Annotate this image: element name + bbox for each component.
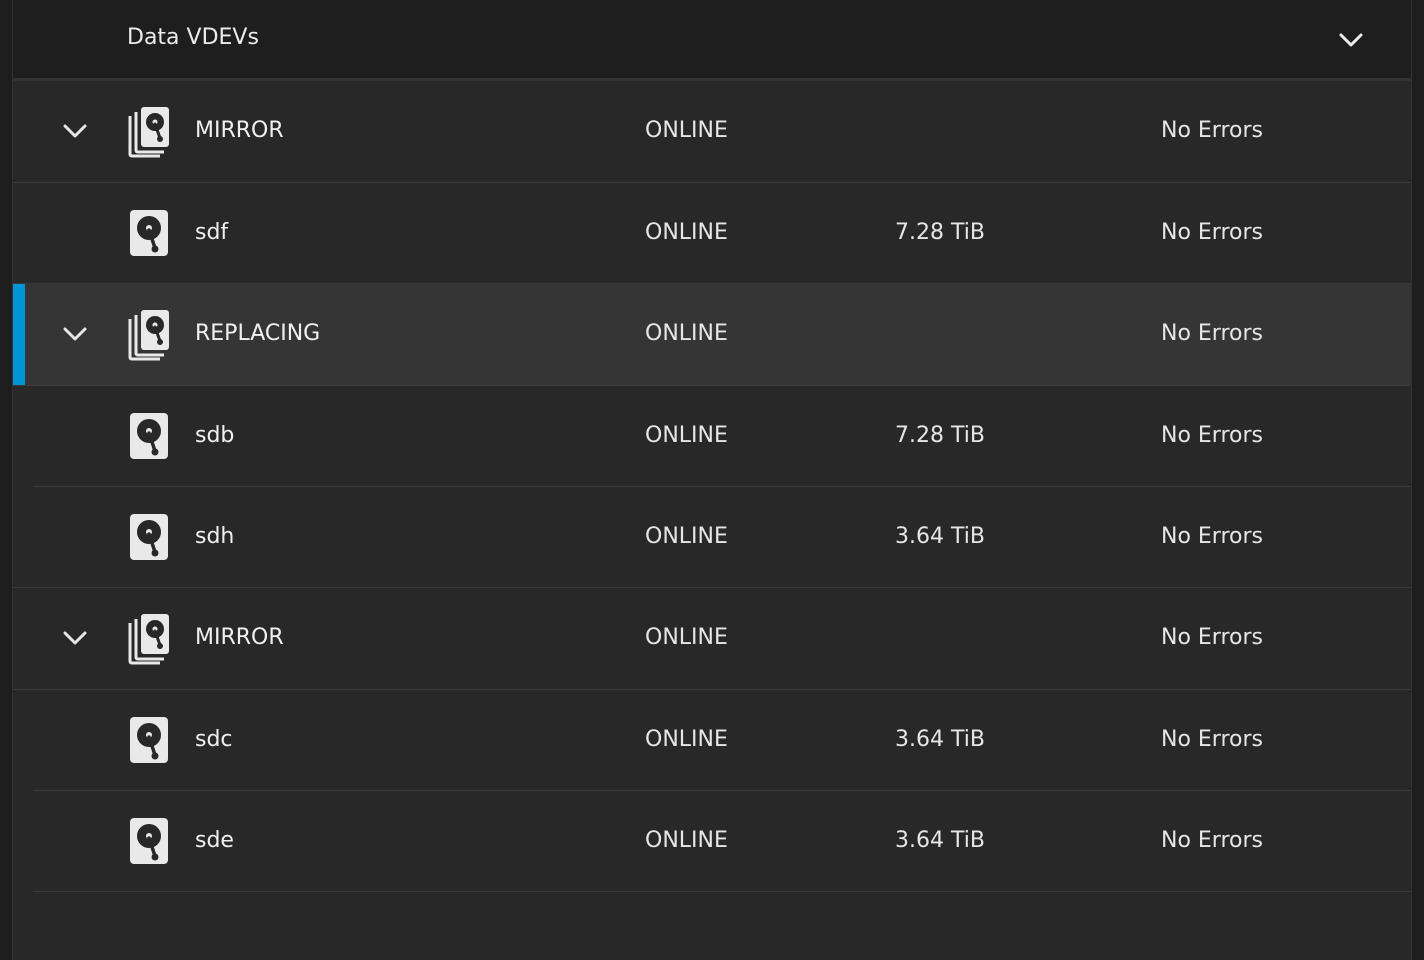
device-status: ONLINE [645,524,728,549]
chevron-down-icon[interactable] [1335,24,1367,56]
disk-row[interactable]: sde ONLINE 3.64 TiB No Errors [13,791,1411,892]
disk-row[interactable]: sdf ONLINE 7.28 TiB No Errors [13,183,1411,284]
device-errors: No Errors [1161,321,1263,346]
disk-stack-icon [127,106,171,158]
hard-disk-icon [127,208,171,260]
panel-header[interactable]: Data VDEVs [13,0,1411,81]
hard-disk-icon [127,816,171,868]
device-errors: No Errors [1161,118,1263,143]
device-errors: No Errors [1161,828,1263,853]
device-errors: No Errors [1161,524,1263,549]
device-name: MIRROR [195,118,284,143]
vdev-row[interactable]: MIRROR ONLINE No Errors [13,588,1411,690]
device-status: ONLINE [645,727,728,752]
device-status: ONLINE [645,625,728,650]
disk-stack-icon [127,309,171,361]
device-size: 3.64 TiB [895,828,985,853]
device-size: 7.28 TiB [895,423,985,448]
device-name: MIRROR [195,625,284,650]
hard-disk-icon [127,411,171,463]
vdev-tree: MIRROR ONLINE No Errors sdf ONLINE 7.28 TiB N… [13,81,1411,892]
device-name: sdh [195,524,235,549]
disk-row[interactable]: sdc ONLINE 3.64 TiB No Errors [13,690,1411,791]
chevron-down-icon[interactable] [61,117,89,145]
panel-title: Data VDEVs [127,25,259,50]
device-status: ONLINE [645,220,728,245]
selection-indicator [13,284,25,385]
device-status: ONLINE [645,321,728,346]
device-errors: No Errors [1161,220,1263,245]
chevron-down-icon[interactable] [61,320,89,348]
disk-row[interactable]: sdh ONLINE 3.64 TiB No Errors [13,487,1411,588]
vdev-row[interactable]: MIRROR ONLINE No Errors [13,81,1411,183]
hard-disk-icon [127,512,171,564]
device-size: 3.64 TiB [895,727,985,752]
device-name: sdc [195,727,233,752]
device-errors: No Errors [1161,423,1263,448]
device-name: sdf [195,220,229,245]
device-status: ONLINE [645,118,728,143]
device-name: REPLACING [195,321,321,346]
vdev-row[interactable]: REPLACING ONLINE No Errors [13,284,1411,386]
chevron-down-icon[interactable] [61,624,89,652]
device-status: ONLINE [645,828,728,853]
hard-disk-icon [127,715,171,767]
disk-row[interactable]: sdb ONLINE 7.28 TiB No Errors [13,386,1411,487]
device-size: 3.64 TiB [895,524,985,549]
disk-stack-icon [127,613,171,665]
device-errors: No Errors [1161,625,1263,650]
device-name: sde [195,828,234,853]
device-status: ONLINE [645,423,728,448]
device-name: sdb [195,423,235,448]
device-size: 7.28 TiB [895,220,985,245]
data-vdevs-panel: Data VDEVs MIRROR ONLINE No Errors sdf ONLI… [12,0,1412,960]
device-errors: No Errors [1161,727,1263,752]
